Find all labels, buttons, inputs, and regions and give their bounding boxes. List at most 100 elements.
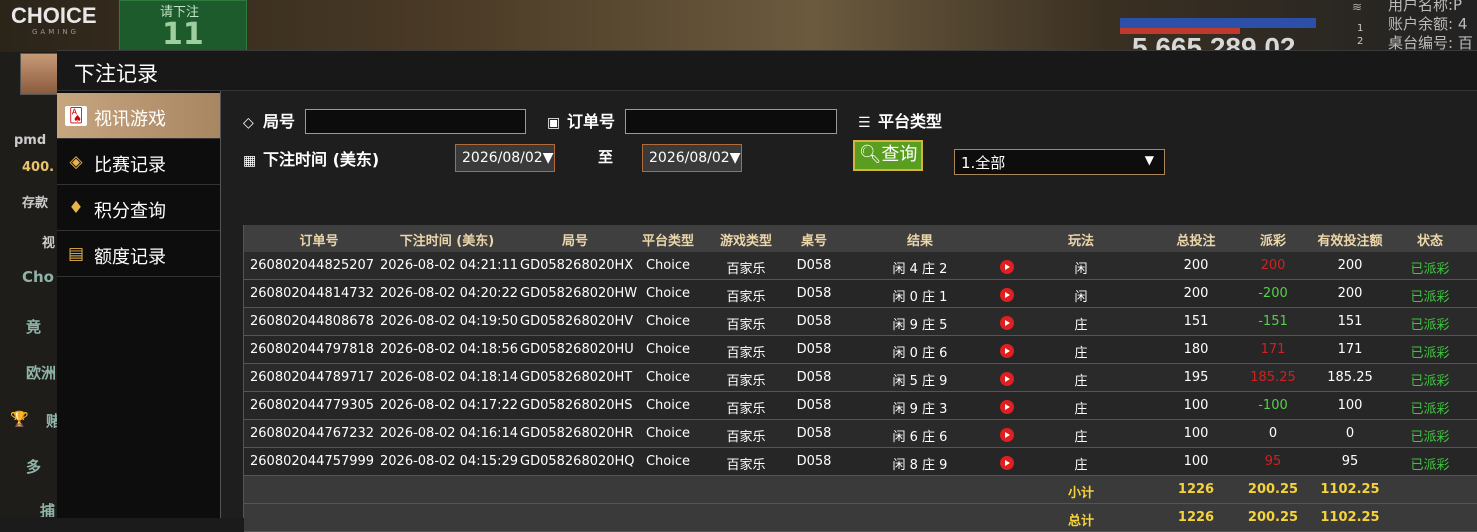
lobby-multi[interactable]: 多 xyxy=(26,456,41,477)
modal-title: 下注记录 xyxy=(74,62,158,86)
date-from-picker[interactable]: 2026/08/02▼ xyxy=(455,144,555,172)
total-valid: 1102.25 xyxy=(1320,510,1380,525)
nav-item-match-records[interactable]: ◈ 比赛记录 xyxy=(57,139,221,185)
platform-label: 平台类型 xyxy=(878,112,943,131)
play-replay-icon[interactable] xyxy=(1000,316,1014,330)
cell-order: 260802044779305 xyxy=(250,398,375,413)
cell-play: 庄 xyxy=(1074,374,1088,389)
play-replay-icon[interactable] xyxy=(1000,428,1014,442)
cell-payout: -100 xyxy=(1258,398,1288,413)
subtotal-bet: 1226 xyxy=(1177,482,1215,497)
modal-title-bar: 下注记录 xyxy=(57,51,1477,91)
play-replay-icon[interactable] xyxy=(1000,344,1014,358)
lobby-choice[interactable]: Cho xyxy=(22,268,54,286)
cell-table: D058 xyxy=(796,426,832,441)
nav-item-video-games[interactable]: 🂡 视讯游戏 xyxy=(57,93,221,139)
clipboard-icon: ▣ xyxy=(547,115,561,131)
column-header: 局号 xyxy=(561,234,588,249)
column-header: 下注时间 (美东) xyxy=(399,234,495,249)
lobby-deposit[interactable]: 存款 xyxy=(22,192,48,211)
cell-result: 闲 4 庄 2 xyxy=(892,262,948,277)
round-label: 局号 xyxy=(263,112,296,131)
bet-record-modal: 下注记录 🂡 视讯游戏 ◈ 比赛记录 ♦ 积分查询 ▤ 额度记录 ◇ 局号 ▣ 订单… xyxy=(57,50,1477,532)
column-header: 游戏类型 xyxy=(719,234,772,249)
cell-platform: Choice xyxy=(645,370,691,385)
cell-table: D058 xyxy=(796,314,832,329)
chevron-down-icon: ▼ xyxy=(542,150,554,166)
wifi-icon: ≋ xyxy=(1352,0,1363,14)
cell-status: 已派彩 xyxy=(1410,318,1450,333)
progress-bar-blue xyxy=(1120,18,1316,28)
cell-valid: 0 xyxy=(1345,426,1355,441)
user-info-line: 账户余额: 4 xyxy=(1388,15,1468,33)
cell-platform: Choice xyxy=(645,398,691,413)
cell-time: 2026-08-02 04:19:50 xyxy=(380,314,519,329)
order-input[interactable] xyxy=(625,109,837,134)
ticket-icon: ◈ xyxy=(69,152,83,172)
lobby-compete[interactable]: 竟 xyxy=(26,316,41,337)
subtotal-label: 小计 xyxy=(1067,486,1094,501)
cell-round: GD058268020HW xyxy=(520,286,638,301)
subtotal-payout: 200.25 xyxy=(1247,482,1299,497)
lobby-fish[interactable]: 捕 xyxy=(40,500,55,517)
cell-payout: 171 xyxy=(1260,342,1286,357)
playing-cards-icon: 🂡 xyxy=(65,106,87,126)
lobby-video[interactable]: 视 xyxy=(42,232,55,251)
platform-select[interactable]: 1.全部 ▼ xyxy=(954,149,1165,175)
play-replay-icon[interactable] xyxy=(1000,372,1014,386)
cell-game: 百家乐 xyxy=(726,290,766,305)
avatar[interactable] xyxy=(20,53,60,95)
cell-valid: 185.25 xyxy=(1327,370,1373,385)
table-row: 260802044814732 2026-08-02 04:20:22 GD0582… xyxy=(244,280,1477,308)
cell-play: 庄 xyxy=(1074,346,1088,361)
round-input[interactable] xyxy=(305,109,526,134)
cell-table: D058 xyxy=(796,370,832,385)
play-replay-icon[interactable] xyxy=(1000,260,1014,274)
play-replay-icon[interactable] xyxy=(1000,456,1014,470)
cell-order: 260802044757999 xyxy=(250,454,375,469)
nav-item-label: 额度记录 xyxy=(94,247,166,268)
nav-item-label: 比赛记录 xyxy=(94,155,166,176)
cell-round: GD058268020HX xyxy=(520,258,634,273)
record-content: ◇ 局号 ▣ 订单号 ☰ 平台类型 1.全部 ▼ ▦ 下注时间 (美东) 2026/08… xyxy=(221,91,1477,532)
nav-item-points-query[interactable]: ♦ 积分查询 xyxy=(57,185,221,231)
seat-number: 1 xyxy=(1357,23,1364,34)
cell-game: 百家乐 xyxy=(726,374,766,389)
list-icon: ☰ xyxy=(858,115,871,131)
cell-order: 260802044789717 xyxy=(250,370,375,385)
lobby-balance: 400. xyxy=(22,160,55,175)
column-header: 有效投注额 xyxy=(1317,234,1383,249)
cell-time: 2026-08-02 04:15:29 xyxy=(380,454,519,469)
trophy-icon[interactable]: 🏆 xyxy=(10,410,29,428)
time-label: 下注时间 (美东) xyxy=(263,150,380,169)
query-button[interactable]: 🔍︎查询 xyxy=(853,140,923,171)
table-row: 260802044825207 2026-08-02 04:21:11 GD0582… xyxy=(244,252,1477,280)
cell-game: 百家乐 xyxy=(726,346,766,361)
table-row: 260802044808678 2026-08-02 04:19:50 GD0582… xyxy=(244,308,1477,336)
cell-payout: -200 xyxy=(1258,286,1288,301)
date-to-picker[interactable]: 2026/08/02▼ xyxy=(642,144,742,172)
tag-icon: ◇ xyxy=(243,115,254,131)
cell-table: D058 xyxy=(796,454,832,469)
cell-valid: 200 xyxy=(1337,286,1363,301)
lobby-europe[interactable]: 欧洲 xyxy=(26,362,56,383)
cell-result: 闲 8 庄 9 xyxy=(892,458,948,473)
cell-table: D058 xyxy=(796,286,832,301)
cell-result: 闲 6 庄 6 xyxy=(892,430,948,445)
order-label: 订单号 xyxy=(567,112,616,131)
play-replay-icon[interactable] xyxy=(1000,288,1014,302)
column-header: 平台类型 xyxy=(641,234,694,249)
cell-platform: Choice xyxy=(645,286,691,301)
date-from-value: 2026/08/02 xyxy=(462,150,543,166)
nav-item-credit-records[interactable]: ▤ 额度记录 xyxy=(57,231,221,277)
cell-play: 庄 xyxy=(1074,458,1088,473)
platform-filter-label: ☰ 平台类型 xyxy=(858,108,942,132)
bet-prompt-box: 请下注 11 xyxy=(119,0,247,52)
cell-round: GD058268020HT xyxy=(520,370,633,385)
cell-table: D058 xyxy=(796,398,832,413)
column-header: 结果 xyxy=(906,234,933,249)
play-replay-icon[interactable] xyxy=(1000,400,1014,414)
user-info-line: 用户名称:P xyxy=(1388,0,1463,14)
cell-round: GD058268020HU xyxy=(520,342,634,357)
cell-valid: 95 xyxy=(1341,454,1359,469)
